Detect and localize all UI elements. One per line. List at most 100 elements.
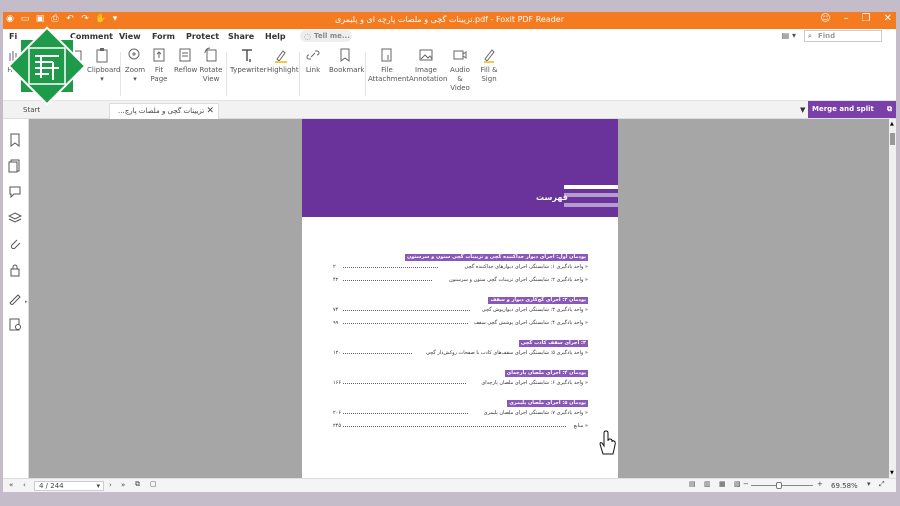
part-title: پودمان ۴: اجرای ملصان پارچه‌ای [504,370,588,377]
content-panel-icon[interactable] [8,317,22,331]
layers-panel-icon[interactable] [8,211,22,225]
menu-protect[interactable]: Protect [186,32,219,41]
leader-dots [343,413,468,414]
toc-part: پودمان ۵: اجرای ملصان پلیمری « واحد یادگ… [333,400,588,433]
menu-form[interactable]: Form [152,32,175,41]
facing-page-icon[interactable]: ▢ [150,480,157,488]
page-indicator: 4 / 244 [39,482,64,490]
find-input[interactable]: ⌕ Find [804,30,882,42]
entry-text: « واحد یادگیری ۱: شایستگی اجرای دیوارهای… [464,264,588,270]
zoom-button[interactable]: Zoom ▾ [124,47,146,84]
toc-entry[interactable]: « واحد یادگیری ۵: شایستگی اجرای سقف‌های … [333,347,588,360]
tool-label: Fill & Sign [480,66,498,83]
link-button[interactable]: Link [305,47,321,75]
close-button[interactable]: ✕ [884,13,892,24]
facing-view-icon[interactable]: ▦ [719,480,726,488]
leader-dots [343,323,468,324]
chevron-down-icon[interactable]: ▾ [96,482,100,490]
chevron-down-icon[interactable]: ▼ [800,106,805,114]
close-tab-icon[interactable]: ✕ [206,106,214,116]
toc-entry[interactable]: « واحد یادگیری ۳: شایستگی اجرای دیوارپوش… [333,304,588,317]
previous-page-icon[interactable]: ‹ [23,481,26,489]
entry-text: « واحد یادگیری ۴: شایستگی اجرای پوشش گچی… [473,320,588,326]
attachments-panel-icon[interactable] [8,237,22,251]
zoom-level[interactable]: 69.58% [831,482,858,490]
reflow-button[interactable]: Reflow [174,47,197,75]
comments-panel-icon[interactable] [8,185,22,199]
toc-part: پودمان اول: اجرای دیوار جداکننده گچی و ت… [333,254,588,287]
last-page-icon[interactable]: » [121,481,125,489]
bookmark-button[interactable]: Bookmark [329,47,364,75]
continuous-view-icon[interactable]: ▥ [704,480,711,488]
pages-panel-icon[interactable] [8,159,22,173]
toc-heading: فهرست [536,193,568,202]
highlight-button[interactable]: Highlight [267,47,299,75]
zoom-slider-thumb[interactable] [775,482,782,489]
page-number-input[interactable]: 4 / 244 ▾ [34,481,104,491]
user-icon[interactable]: ☺ [820,13,830,24]
fullscreen-icon[interactable]: ⤢ [879,480,885,489]
ribbon-separator [365,52,366,96]
zoom-in-icon[interactable]: + [817,480,823,488]
zoom-slider[interactable] [751,485,813,486]
navigation-panel: ▸ [3,119,29,478]
tab-start[interactable]: Start [23,106,40,114]
typewriter-button[interactable]: Typewriter [230,47,267,75]
file-attachment-icon [381,48,392,62]
fit-page-button[interactable]: Fit Page [149,47,169,84]
status-bar: « ‹ 4 / 244 ▾ › » ⧉ ▢ ▤ ▥ ▦ ▧ − + 69.58%… [3,478,896,492]
entry-page: ۲۴۵ [333,423,342,429]
single-page-view-icon[interactable]: ▤ [689,480,696,488]
merge-split-banner[interactable]: Merge and split PDFs ⧉ [808,101,896,130]
minimize-button[interactable]: – [844,13,849,24]
zoom-dropdown-icon[interactable]: ▾ [867,480,871,488]
typewriter-icon [242,49,252,62]
audio-video-button[interactable]: Audio & Video [447,47,473,93]
toc-part: پودمان ۲: اجرای گچ‌کاری دیوار و سقف « وا… [333,297,588,330]
entry-page: ۲ [333,264,336,270]
fill-sign-button[interactable]: Fill & Sign [478,47,500,84]
restore-button[interactable]: ❐ [862,13,871,24]
entry-page: ۲۰۶ [333,410,342,416]
toc-entry[interactable]: « واحد یادگیری ۲: شایستگی اجرای تزیینات … [333,274,588,287]
toc-entry[interactable]: « واحد یادگیری ۴: شایستگی اجرای پوشش گچی… [333,317,588,330]
menu-share[interactable]: Share [228,32,254,41]
toc-entry[interactable]: « واحد یادگیری ۶: شایستگی اجرای ملصان پا… [333,377,588,390]
next-page-icon[interactable]: › [109,481,112,489]
toc-entry[interactable]: « واحد یادگیری ۷: شایستگی اجرای ملصان پل… [333,407,588,420]
cover-view-icon[interactable]: ▧ [734,480,741,488]
menu-help[interactable]: Help [265,32,286,41]
tab-document[interactable]: ...تزیینات گچی و ملصات پارچ ✕ [109,103,219,119]
entry-text: « منابع [573,423,588,429]
foxit-window: ◉ ▭ ▣ ⎙ ↶ ↷ ✋ ▾ تزیینات گچی و ملصات پارچ… [3,12,896,492]
tool-label: Typewriter [230,66,267,74]
signature-panel-icon[interactable] [8,291,22,305]
zoom-out-icon[interactable]: − [743,480,749,488]
rotate-icon [204,47,217,62]
tool-label: Fit Page [150,66,168,83]
file-attachment-button[interactable]: File Attachment [368,47,409,84]
window-title: تزیینات گچی و ملصات پارچه ای و پلیمری.pd… [334,15,565,24]
toc-entry[interactable]: « منابع ۲۴۵ [333,420,588,433]
table-of-contents: پودمان اول: اجرای دیوار جداکننده گچی و ت… [333,244,588,433]
scroll-down-icon[interactable]: ▼ [890,470,894,476]
toc-entry[interactable]: « واحد یادگیری ۱: شایستگی اجرای دیوارهای… [333,261,588,274]
first-page-icon[interactable]: « [9,481,13,489]
document-canvas[interactable]: فهرست پودمان اول: اجرای دیوار جداکننده گ… [29,119,889,478]
scrollbar-thumb[interactable] [890,133,895,145]
tell-me-box[interactable]: ◌ Tell me... [300,30,352,42]
dropdown-arrow-icon: ▾ [133,75,137,83]
security-panel-icon[interactable] [8,263,22,277]
page-banner: فهرست [302,119,618,217]
rotate-view-button[interactable]: Rotate View [199,47,223,84]
lightbulb-icon: ◌ [304,32,311,41]
scroll-up-icon[interactable]: ▲ [890,121,894,127]
expand-panel-icon[interactable]: ▸ [25,299,28,305]
layout-icon[interactable]: ▤ ▾ [782,31,796,40]
vertical-scrollbar[interactable]: ▲ ▼ [889,119,896,478]
single-page-icon[interactable]: ⧉ [135,480,140,489]
image-annotation-button[interactable]: Image Annotation [409,47,447,84]
menu-view[interactable]: View [119,32,141,41]
clipboard-button[interactable]: Clipboard ▾ [87,47,120,84]
bookmark-panel-icon[interactable] [8,133,22,147]
